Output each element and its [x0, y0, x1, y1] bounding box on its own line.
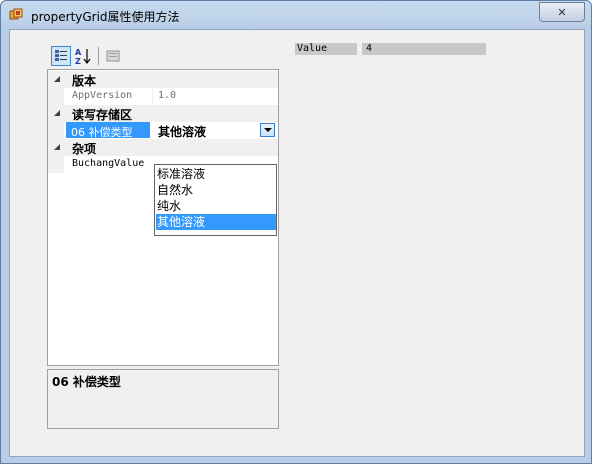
toolbar-separator [98, 47, 99, 65]
value-display-box: 4 [362, 43, 486, 55]
value-label-box: Value [295, 43, 357, 55]
categorized-button[interactable] [51, 46, 71, 66]
selected-property-name[interactable]: 06 补偿类型 [66, 122, 150, 139]
close-icon: ✕ [557, 5, 567, 19]
property-name: BuchangValue [72, 158, 145, 169]
property-pages-icon [106, 50, 120, 62]
dropdown-button[interactable] [260, 123, 275, 137]
value-label: Value [297, 43, 328, 54]
description-title: 06 补偿类型 [52, 375, 121, 389]
value-display: 4 [366, 43, 373, 54]
category-row-readwrite-storage[interactable]: 读写存储区 [48, 105, 278, 122]
property-pages-button[interactable] [103, 46, 123, 66]
window-title: propertyGrid属性使用方法 [31, 10, 180, 24]
title-bar[interactable]: propertyGrid属性使用方法 ✕ [1, 1, 591, 29]
category-label: 读写存储区 [72, 108, 133, 122]
row-margin [48, 88, 64, 105]
column-divider [152, 88, 153, 105]
row-margin [48, 122, 64, 139]
dropdown-option[interactable]: 纯水 [156, 198, 276, 214]
dropdown-option[interactable]: 自然水 [156, 182, 276, 198]
property-name: AppVersion [72, 90, 133, 101]
dropdown-option[interactable]: 标准溶液 [156, 166, 276, 182]
property-grid: A Z 版本 AppVersion 1.0 读写存储区 06 补偿类型 其他溶液… [47, 43, 279, 429]
category-label: 杂项 [72, 142, 97, 156]
category-label: 版本 [72, 74, 97, 88]
collapse-triangle-icon[interactable] [54, 144, 60, 150]
collapse-triangle-icon[interactable] [54, 110, 60, 116]
property-row-appversion[interactable]: AppVersion 1.0 [48, 88, 278, 105]
categorized-icon [55, 50, 67, 61]
alphabetical-button[interactable]: A Z [73, 46, 93, 66]
svg-text:A: A [75, 48, 82, 57]
description-panel: 06 补偿类型 [47, 369, 279, 429]
property-row-compensation-type[interactable]: 06 补偿类型 其他溶液 [48, 122, 278, 139]
main-window: propertyGrid属性使用方法 ✕ A Z 版本 AppVersion 1… [0, 0, 592, 464]
property-name: 06 补偿类型 [71, 126, 133, 139]
dropdown-option-selected[interactable]: 其他溶液 [156, 214, 276, 230]
row-margin [48, 156, 64, 173]
collapse-triangle-icon[interactable] [54, 76, 60, 82]
client-area: A Z 版本 AppVersion 1.0 读写存储区 06 补偿类型 其他溶液… [9, 29, 585, 457]
chevron-down-icon [263, 128, 272, 132]
dropdown-list: 标准溶液 自然水 纯水 其他溶液 [154, 164, 277, 236]
property-value: 1.0 [158, 90, 177, 101]
alphabetical-icon: A Z [75, 48, 91, 65]
property-grid-toolbar: A Z [47, 43, 279, 69]
svg-text:Z: Z [75, 57, 81, 65]
close-button[interactable]: ✕ [539, 2, 585, 22]
app-icon [9, 8, 23, 20]
category-row-misc[interactable]: 杂项 [48, 139, 278, 156]
property-grid-view: 版本 AppVersion 1.0 读写存储区 06 补偿类型 其他溶液 杂项 … [47, 69, 279, 366]
property-value-editor[interactable]: 其他溶液 [158, 123, 206, 140]
category-row-version[interactable]: 版本 [48, 71, 278, 88]
